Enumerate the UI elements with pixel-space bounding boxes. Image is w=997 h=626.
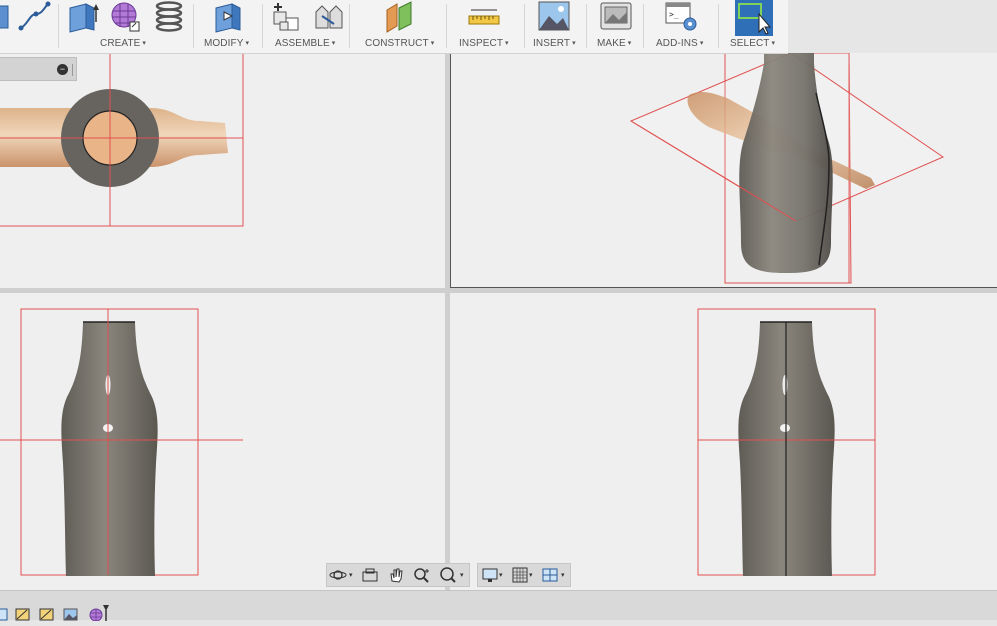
perspective-viewport[interactable] [450, 53, 997, 288]
bottle-body-front [61, 322, 158, 576]
display-caret[interactable]: ▾ [499, 571, 503, 579]
offset-plane-icon[interactable] [383, 0, 417, 34]
modify-menu[interactable]: MODIFY ▾ [204, 38, 249, 49]
inspect-menu[interactable]: INSPECT ▾ [459, 38, 509, 49]
viewport-divider-vertical[interactable] [445, 53, 450, 590]
pan-icon[interactable] [387, 567, 405, 588]
browser-panel-header[interactable]: − [0, 57, 77, 81]
front-view-canvas [0, 308, 243, 576]
measure-icon[interactable] [467, 0, 501, 34]
orbit-icon[interactable] [329, 567, 347, 588]
grid-caret[interactable]: ▾ [529, 571, 533, 579]
right-view-canvas [697, 308, 876, 576]
select-icon [738, 3, 772, 35]
select-button[interactable] [735, 0, 773, 36]
top-viewport[interactable] [0, 53, 445, 288]
coil-icon[interactable] [152, 0, 186, 34]
image-icon[interactable] [63, 608, 78, 621]
look-at-icon[interactable] [361, 567, 379, 588]
create-menu[interactable]: CREATE ▾ [100, 38, 146, 49]
scripts-addins-icon[interactable]: >_ [664, 0, 698, 34]
new-component-icon[interactable] [270, 0, 304, 34]
right-viewport[interactable] [450, 293, 997, 590]
select-menu[interactable]: SELECT ▾ [730, 38, 775, 49]
timeline [0, 590, 997, 622]
perspective-view-canvas [629, 53, 945, 284]
viewports-caret[interactable]: ▾ [561, 571, 565, 579]
box-sketch-icon[interactable] [0, 0, 10, 32]
form-icon[interactable] [108, 0, 142, 34]
spline-icon[interactable] [18, 0, 52, 34]
addins-menu[interactable]: ADD-INS ▾ [656, 38, 703, 49]
top-view-canvas [0, 53, 244, 227]
navigation-bar: ▾ ▾ [326, 563, 470, 587]
extrude-icon[interactable] [66, 0, 100, 34]
minimize-icon[interactable]: − [57, 64, 68, 75]
zoom-window-icon[interactable] [439, 567, 457, 588]
construct-menu[interactable]: CONSTRUCT ▾ [365, 38, 434, 49]
svg-text:>_: >_ [669, 10, 679, 19]
canvas-icon[interactable] [15, 608, 30, 621]
zoom-icon[interactable] [413, 567, 431, 588]
insert-menu[interactable]: INSERT ▾ [533, 38, 576, 49]
display-bar: ▾ ▾ ▾ [477, 563, 571, 587]
insert-image-icon[interactable] [537, 0, 571, 34]
viewport-divider-horizontal[interactable] [0, 288, 997, 293]
assemble-menu[interactable]: ASSEMBLE ▾ [275, 38, 335, 49]
sketch-icon[interactable] [0, 608, 9, 621]
canvas-icon[interactable] [39, 608, 54, 621]
press-pull-icon[interactable] [210, 0, 244, 34]
form-icon[interactable] [88, 605, 109, 622]
panel-grip-icon[interactable] [72, 64, 75, 76]
front-viewport[interactable] [0, 293, 445, 590]
joint-icon[interactable] [312, 0, 346, 34]
3d-print-icon[interactable] [599, 0, 633, 34]
display-settings-icon[interactable] [481, 567, 499, 588]
orbit-caret[interactable]: ▾ [349, 571, 353, 579]
toolbar: CREATE ▾ MODIFY ▾ ASSEMBLE ▾ CONSTRUCT ▾ INS… [0, 0, 788, 54]
grid-settings-icon[interactable] [511, 567, 529, 588]
zoom-caret[interactable]: ▾ [460, 571, 464, 579]
make-menu[interactable]: MAKE ▾ [597, 38, 631, 49]
viewports-icon[interactable] [541, 567, 559, 588]
